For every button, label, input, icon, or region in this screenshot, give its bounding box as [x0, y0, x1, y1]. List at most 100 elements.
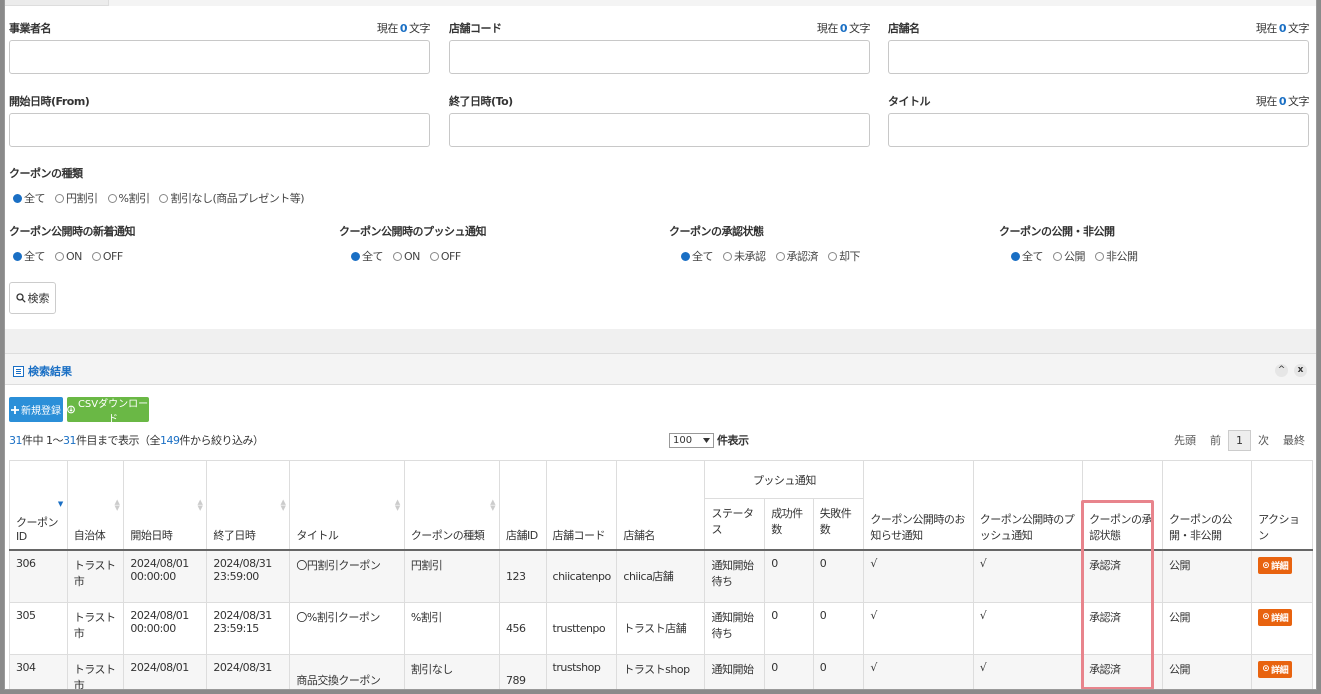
- cell-push-status: 通知開始: [704, 653, 766, 689]
- pager-current[interactable]: 1: [1228, 429, 1251, 451]
- cell-action: ⊙ 詳細: [1251, 549, 1313, 603]
- collapse-icon[interactable]: ^: [1275, 364, 1288, 377]
- radio-dot[interactable]: [775, 251, 785, 261]
- cell-push-ng: 0: [812, 549, 865, 603]
- pager-last[interactable]: 最終: [1276, 429, 1312, 451]
- radio-dot[interactable]: [159, 193, 169, 203]
- cell-notice: √: [863, 549, 974, 603]
- radio-dot[interactable]: [107, 193, 117, 203]
- summary-total: 31: [9, 434, 23, 447]
- col-header-end[interactable]: 終了日時 ▲ ▼: [206, 460, 291, 551]
- sort-icon: ▲ ▼: [280, 498, 286, 512]
- radio-dot[interactable]: [55, 193, 64, 203]
- search-button[interactable]: 検索: [9, 282, 56, 314]
- radio-label: 公開: [1064, 250, 1086, 263]
- radio-approval-pending[interactable]: 未承認: [723, 248, 766, 264]
- radio-label: OFF: [102, 249, 123, 263]
- radio-label: 全て: [362, 250, 384, 263]
- header-text: クーポンの公開・非公開: [1169, 513, 1233, 542]
- title-input[interactable]: [888, 113, 1309, 147]
- coupon-search-page: 事業者名 現在 0 文字 店舗コード 現在 0 文字 店舗名 現在 0 文字 開始日時(Fr…: [4, 0, 1317, 690]
- col-header-type[interactable]: クーポンの種類 ▲ ▼: [403, 460, 500, 551]
- radio-publish-private[interactable]: 非公開: [1095, 248, 1138, 264]
- detail-button[interactable]: ⊙ 詳細: [1258, 557, 1293, 574]
- col-header-notice: クーポン公開時のお知らせ通知: [863, 460, 974, 551]
- csv-download-label: CSVダウンロード: [77, 398, 149, 425]
- close-icon[interactable]: x: [1294, 364, 1307, 377]
- store-name-input[interactable]: [888, 40, 1309, 74]
- detail-icon: ⊙: [1262, 612, 1270, 622]
- char-count-prefix: 現在: [1255, 95, 1278, 108]
- col-header-id[interactable]: クーポンID ▼: [9, 460, 68, 551]
- header-text: 自治体: [73, 529, 106, 542]
- radio-dot[interactable]: [1053, 251, 1062, 261]
- store-code-input[interactable]: [449, 40, 870, 74]
- cell-push-ok: 0: [764, 653, 814, 689]
- char-count: 現在 0 文字: [1255, 93, 1310, 109]
- radio-dot[interactable]: [13, 251, 22, 261]
- radio-push-off[interactable]: OFF: [429, 250, 461, 263]
- radio-new-notice-all[interactable]: 全て: [13, 248, 46, 264]
- radio-label: 非公開: [1106, 250, 1138, 263]
- csv-download-button[interactable]: CSVダウンロード: [67, 397, 149, 425]
- header-text: アクション: [1258, 513, 1300, 542]
- sort-icon: ▲ ▼: [490, 498, 495, 512]
- radio-dot[interactable]: [91, 251, 101, 261]
- search-button-label: 検索: [27, 292, 50, 305]
- radio-coupon-type-none[interactable]: 割引なし(商品プレゼント等): [159, 190, 305, 206]
- radio-publish-public[interactable]: 公開: [1053, 248, 1086, 264]
- radio-dot[interactable]: [828, 251, 837, 261]
- cell-store-code: trustshop: [545, 653, 618, 689]
- pager-next[interactable]: 次: [1251, 429, 1276, 451]
- detail-icon: ⊙: [1262, 664, 1270, 674]
- radio-coupon-type-percent[interactable]: %割引: [107, 190, 150, 206]
- col-header-start[interactable]: 開始日時 ▲ ▼: [123, 460, 208, 551]
- header-text: クーポンの承認状態: [1089, 513, 1153, 542]
- coupon-type-radios: 全て 円割引 %割引 割引なし(商品プレゼント等): [13, 190, 305, 206]
- col-header-city[interactable]: 自治体 ▲ ▼: [66, 460, 125, 551]
- detail-label: 詳細: [1271, 562, 1289, 572]
- radio-dot[interactable]: [429, 251, 439, 261]
- detail-label: 詳細: [1271, 665, 1289, 676]
- results-title-text: 検索結果: [28, 365, 72, 378]
- radio-dot[interactable]: [13, 193, 22, 203]
- radio-dot[interactable]: [723, 251, 732, 261]
- cell-end: 2024/08/31: [206, 653, 291, 689]
- col-header-publish: クーポンの公開・非公開: [1162, 460, 1253, 551]
- tab-stub[interactable]: [5, 0, 109, 6]
- radio-coupon-type-yen[interactable]: 円割引: [55, 190, 98, 206]
- start-date-input[interactable]: [9, 113, 430, 147]
- radio-dot[interactable]: [351, 251, 360, 261]
- char-count-value: 0: [399, 22, 408, 35]
- radio-approval-all[interactable]: 全て: [681, 248, 714, 264]
- radio-push-all[interactable]: 全て: [351, 248, 384, 264]
- radio-approval-rejected[interactable]: 却下: [828, 248, 861, 264]
- radio-dot[interactable]: [55, 251, 64, 261]
- char-count: 現在 0 文字: [1256, 20, 1310, 36]
- radio-dot[interactable]: [1095, 251, 1104, 261]
- business-name-input[interactable]: [9, 40, 430, 74]
- per-page-select[interactable]: 100: [669, 432, 714, 448]
- cell-id: 306: [9, 549, 68, 603]
- radio-new-notice-off[interactable]: OFF: [91, 249, 123, 263]
- radio-label: 未承認: [734, 250, 766, 263]
- radio-dot[interactable]: [681, 251, 690, 261]
- radio-new-notice-on[interactable]: ON: [55, 250, 82, 263]
- radio-publish-all[interactable]: 全て: [1011, 248, 1044, 264]
- radio-label: 全て: [1022, 250, 1044, 263]
- coupon-table-wrapper: クーポンID ▼ 自治体 ▲ ▼ 開始日時 ▲ ▼ 終了日時 ▲ ▼ タイトル ▲ ▼ クーポンの…: [9, 460, 1313, 689]
- pager-first[interactable]: 先頭: [1167, 429, 1203, 451]
- pager-prev[interactable]: 前: [1203, 429, 1228, 451]
- radio-dot[interactable]: [1011, 251, 1020, 261]
- new-register-button[interactable]: 新規登録: [9, 397, 63, 422]
- list-icon: [13, 365, 24, 377]
- radio-approval-approved[interactable]: 承認済: [775, 248, 818, 264]
- radio-dot[interactable]: [393, 251, 402, 261]
- detail-button[interactable]: ⊙ 詳細: [1258, 608, 1293, 626]
- detail-button[interactable]: ⊙ 詳細: [1258, 660, 1293, 678]
- radio-push-on[interactable]: ON: [393, 250, 420, 263]
- col-header-push-status: ステータス: [704, 498, 766, 551]
- end-date-input[interactable]: [449, 113, 870, 147]
- col-header-title[interactable]: タイトル ▲ ▼: [289, 460, 405, 551]
- radio-coupon-type-all[interactable]: 全て: [13, 190, 46, 206]
